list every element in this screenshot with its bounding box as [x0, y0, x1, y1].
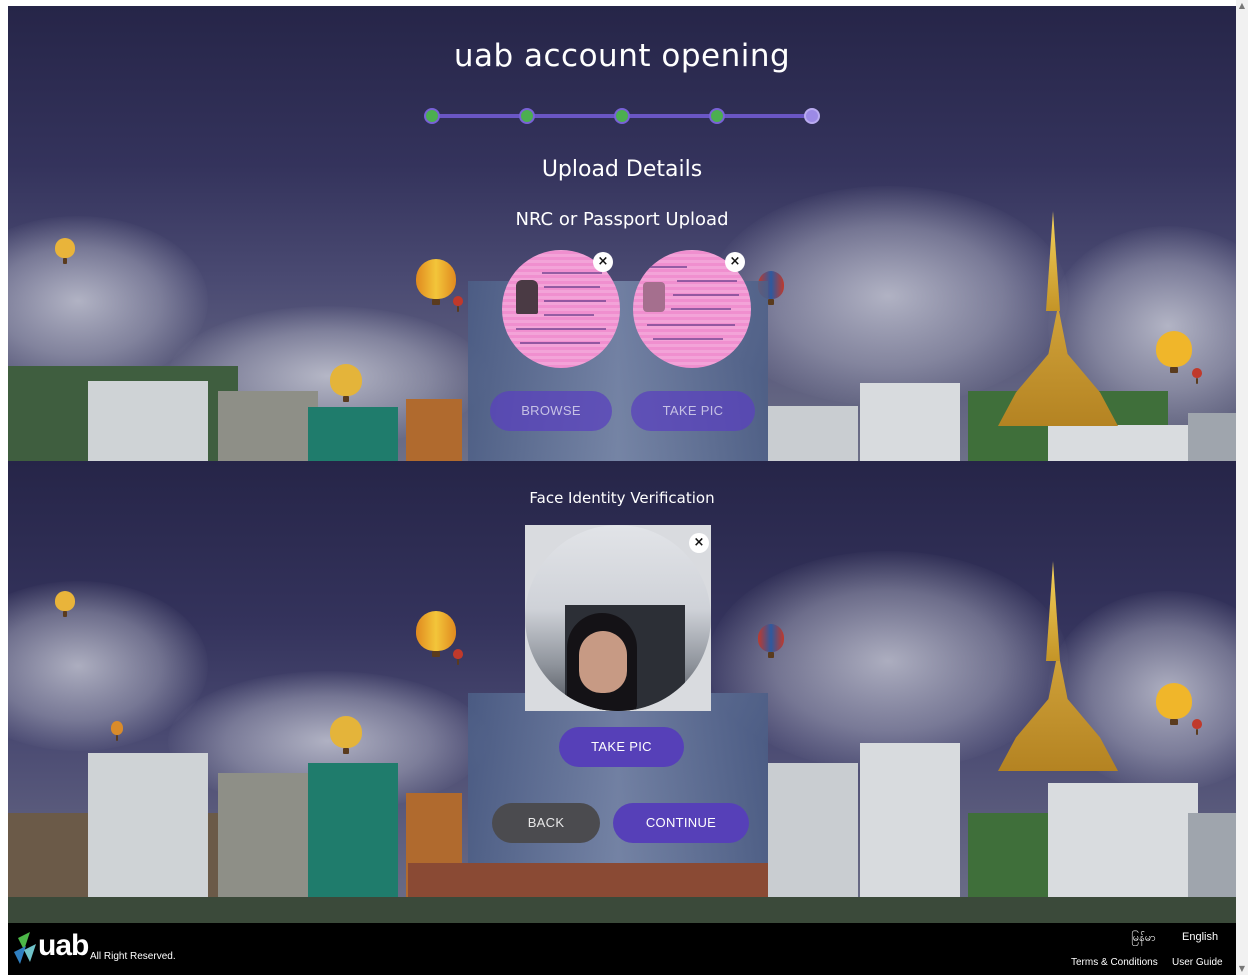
continue-button[interactable]: CONTINUE: [613, 803, 749, 843]
page-title: uab account opening: [453, 38, 791, 74]
scrollbar-thumb[interactable]: [1238, 16, 1246, 946]
remove-face-photo-button[interactable]: ×: [689, 533, 709, 553]
scroll-down-icon[interactable]: ▼: [1236, 963, 1248, 975]
page-viewport: uab account opening Upload Details NRC o…: [8, 6, 1236, 975]
step-2-complete: [519, 108, 535, 124]
step-5-current: [804, 108, 820, 124]
face-preview-face: [579, 631, 627, 693]
copyright-text: All Right Reserved.: [90, 951, 176, 962]
uab-logo: uab: [38, 929, 89, 962]
language-english[interactable]: English: [1182, 931, 1218, 943]
user-guide-link[interactable]: User Guide: [1172, 957, 1223, 968]
face-capture-frame: [525, 525, 711, 711]
face-heading: Face Identity Verification: [529, 489, 715, 507]
remove-nrc-back-button[interactable]: ×: [725, 252, 745, 272]
browse-button[interactable]: BROWSE: [490, 391, 612, 431]
id-thumbprint: [643, 282, 665, 312]
uab-logo-icon: [14, 932, 36, 964]
progress-stepper: [424, 108, 820, 124]
window-left-edge: [0, 0, 8, 975]
hot-air-balloon: [55, 591, 75, 617]
take-pic-document-button[interactable]: TAKE PIC: [631, 391, 755, 431]
language-myanmar[interactable]: မြန်မာ: [1131, 931, 1156, 947]
upload-panel: uab account opening Upload Details NRC o…: [8, 6, 1236, 461]
page-scrollbar[interactable]: ▲ ▼: [1236, 0, 1248, 975]
remove-nrc-front-button[interactable]: ×: [593, 252, 613, 272]
face-preview: [525, 525, 711, 711]
scroll-up-icon[interactable]: ▲: [1236, 0, 1248, 12]
footer: uab All Right Reserved. မြန်မာ English T…: [8, 923, 1236, 975]
section-heading: Upload Details: [541, 157, 703, 182]
terms-link[interactable]: Terms & Conditions: [1071, 957, 1158, 968]
back-button[interactable]: BACK: [492, 803, 600, 843]
take-pic-face-button[interactable]: TAKE PIC: [559, 727, 684, 767]
step-4-complete: [709, 108, 725, 124]
section-subheading: NRC or Passport Upload: [515, 209, 729, 230]
step-1-complete: [424, 108, 440, 124]
id-photo: [516, 280, 538, 314]
step-3-complete: [614, 108, 630, 124]
